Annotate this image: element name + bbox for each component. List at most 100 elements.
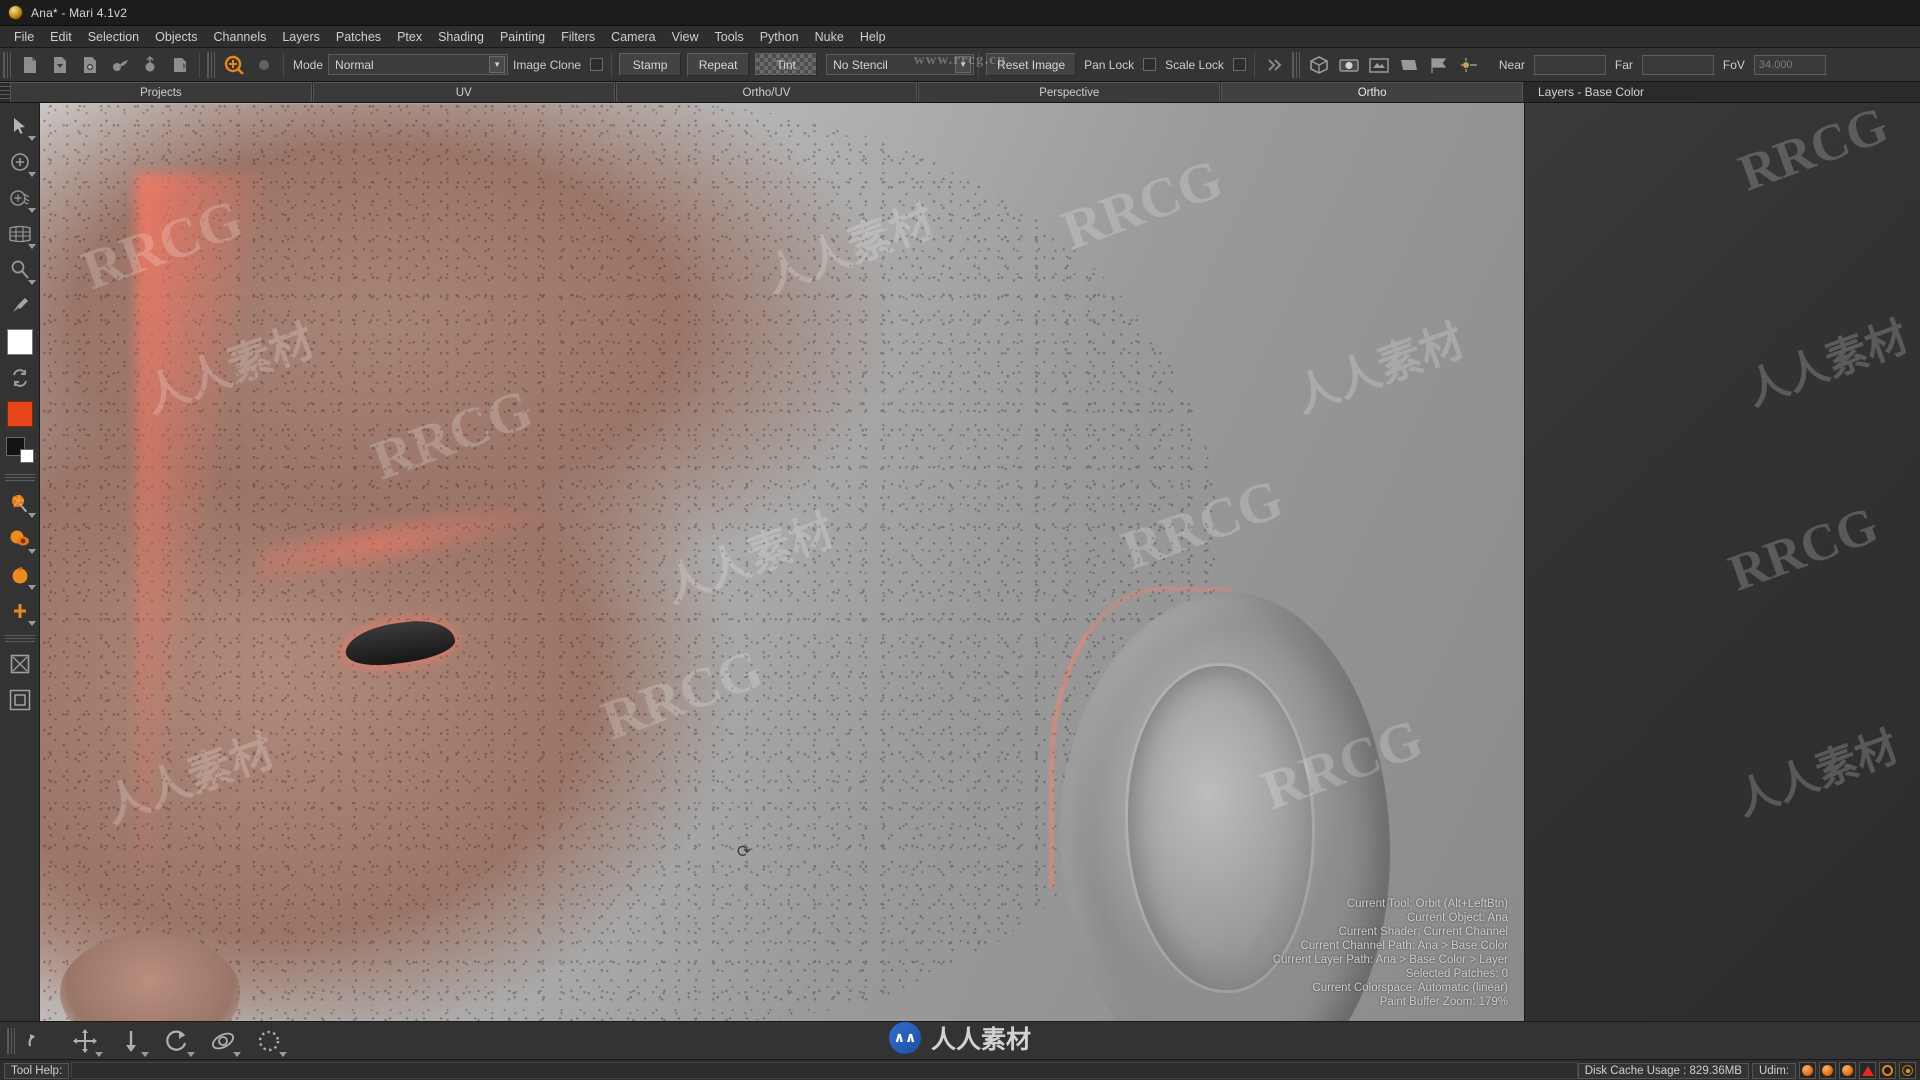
current-color-swatch[interactable]	[3, 397, 37, 431]
layers-panel-title: Layers - Base Color	[1523, 82, 1920, 102]
paint-zoom-icon[interactable]	[220, 51, 248, 79]
new-project-icon[interactable]	[16, 51, 44, 79]
menu-edit[interactable]: Edit	[42, 28, 80, 46]
tab-projects[interactable]: Projects	[10, 82, 312, 102]
box-icon[interactable]	[1305, 51, 1333, 79]
hud-line: Current Channel Path: Ana > Base Color	[1300, 940, 1508, 952]
zoom-dolly-icon[interactable]	[111, 1024, 151, 1058]
magnifier-icon[interactable]	[3, 253, 37, 287]
window-title: Ana* - Mari 4.1v2	[31, 5, 128, 20]
image-clone-checkbox[interactable]	[590, 58, 604, 71]
add-point-icon[interactable]	[3, 145, 37, 179]
far-field[interactable]	[1641, 54, 1714, 75]
menu-filters[interactable]: Filters	[553, 28, 603, 46]
undo-arrow-icon[interactable]	[19, 1024, 59, 1058]
select-arrow-icon[interactable]	[3, 109, 37, 143]
menu-ptex[interactable]: Ptex	[389, 28, 430, 46]
watermark-center-text: 人人素材	[930, 1025, 1032, 1054]
add-points-multi-icon[interactable]	[3, 181, 37, 215]
menu-file[interactable]: File	[6, 28, 42, 46]
pan-lock-checkbox[interactable]	[1143, 58, 1157, 71]
rotate-icon[interactable]	[157, 1024, 197, 1058]
flag-icon[interactable]	[1425, 51, 1453, 79]
repeat-button[interactable]: Repeat	[687, 53, 750, 76]
3d-viewport[interactable]: ⟳ RRCG 人人素材 RRCG 人人素材 RRCG 人人素材 RRCG RRC…	[40, 103, 1524, 1021]
marquee-select-icon[interactable]	[3, 683, 37, 717]
status-ring-icon[interactable]	[1879, 1062, 1896, 1079]
watermark-url: www.rrcg.cn	[913, 52, 1007, 68]
image-clone-label: Image Clone	[513, 57, 582, 72]
status-orange-icon[interactable]	[1799, 1062, 1816, 1079]
bottombar-grip[interactable]	[7, 1027, 16, 1054]
toolbar-grip-2[interactable]	[207, 51, 216, 78]
paint-brush-icon[interactable]	[3, 486, 37, 520]
pan-lock-label: Pan Lock	[1084, 57, 1135, 72]
toolbar-grip-3[interactable]	[1291, 51, 1301, 78]
import-icon[interactable]	[106, 51, 134, 79]
hud-line: Current Layer Path: Ana > Base Color > L…	[1272, 954, 1508, 966]
menu-camera[interactable]: Camera	[603, 28, 663, 46]
turntable-icon[interactable]	[249, 1024, 289, 1058]
watermark-cn: 人人素材	[1739, 311, 1915, 416]
toolbar-grip-1[interactable]	[3, 51, 12, 78]
menu-shading[interactable]: Shading	[430, 28, 492, 46]
status-dot-icon[interactable]	[1899, 1062, 1916, 1079]
toolbar-separator-1	[199, 51, 200, 78]
menu-channels[interactable]: Channels	[206, 28, 275, 46]
near-field[interactable]	[1533, 54, 1606, 75]
eyedropper-icon[interactable]	[3, 289, 37, 323]
paint-through-icon[interactable]	[3, 522, 37, 556]
menu-python[interactable]: Python	[752, 28, 807, 46]
save-project-icon[interactable]	[76, 51, 104, 79]
shader-ball-icon[interactable]	[1395, 51, 1423, 79]
swap-colors-icon[interactable]	[3, 361, 37, 395]
pan-move-icon[interactable]	[65, 1024, 105, 1058]
menu-help[interactable]: Help	[852, 28, 894, 46]
mode-select[interactable]: Normal ▼	[328, 54, 509, 75]
menu-patches[interactable]: Patches	[328, 28, 389, 46]
scale-lock-checkbox[interactable]	[1232, 58, 1246, 71]
stamp-button[interactable]: Stamp	[619, 53, 682, 76]
light-icon[interactable]	[1455, 51, 1483, 79]
chevron-right-icon[interactable]	[1260, 51, 1288, 79]
paint-blur-icon[interactable]	[250, 51, 278, 79]
foreground-color-swatch[interactable]	[3, 325, 37, 359]
layers-panel-body[interactable]: RRCG 人人素材 RRCG 人人素材	[1525, 97, 1920, 1021]
tabbar-grip[interactable]	[0, 82, 10, 102]
left-tool-palette	[0, 103, 40, 1021]
menu-view[interactable]: View	[664, 28, 707, 46]
orbit-icon[interactable]	[203, 1024, 243, 1058]
menu-painting[interactable]: Painting	[492, 28, 553, 46]
menu-objects[interactable]: Objects	[147, 28, 205, 46]
blur-blob-icon[interactable]	[3, 558, 37, 592]
tint-button[interactable]: Tint	[755, 53, 818, 76]
menu-tools[interactable]: Tools	[707, 28, 752, 46]
tab-ortho[interactable]: Ortho	[1221, 82, 1523, 102]
clone-stamp-icon[interactable]	[3, 594, 37, 628]
status-alert-icon[interactable]	[1859, 1062, 1876, 1079]
menu-selection[interactable]: Selection	[80, 28, 147, 46]
transform-selection-icon[interactable]	[3, 647, 37, 681]
status-warn-2-icon[interactable]	[1839, 1062, 1856, 1079]
hud-line: Current Shader: Current Channel	[1338, 926, 1508, 938]
layers-panel[interactable]: RRCG 人人素材 RRCG 人人素材	[1524, 97, 1920, 1021]
tab-ortho-uv[interactable]: Ortho/UV	[615, 82, 918, 102]
menu-layers[interactable]: Layers	[274, 28, 328, 46]
open-project-icon[interactable]	[46, 51, 74, 79]
snapshot-icon[interactable]	[166, 51, 194, 79]
tab-perspective[interactable]: Perspective	[918, 82, 1221, 102]
mode-value: Normal	[335, 57, 374, 72]
menu-nuke[interactable]: Nuke	[807, 28, 852, 46]
fov-field[interactable]: 34.000	[1753, 54, 1826, 75]
default-colors-swatch[interactable]	[3, 433, 37, 467]
title-bar: Ana* - Mari 4.1v2	[0, 0, 1920, 26]
lattice-grid-icon[interactable]	[3, 217, 37, 251]
camera-icon[interactable]	[1335, 51, 1363, 79]
tab-uv[interactable]: UV	[312, 82, 615, 102]
status-bar: Tool Help: Disk Cache Usage : 829.36MB U…	[0, 1059, 1920, 1080]
chevron-down-icon[interactable]: ▼	[489, 56, 506, 73]
tool-help-value	[71, 1062, 1578, 1079]
status-warn-1-icon[interactable]	[1819, 1062, 1836, 1079]
projection-icon[interactable]	[1365, 51, 1393, 79]
export-icon[interactable]	[136, 51, 164, 79]
